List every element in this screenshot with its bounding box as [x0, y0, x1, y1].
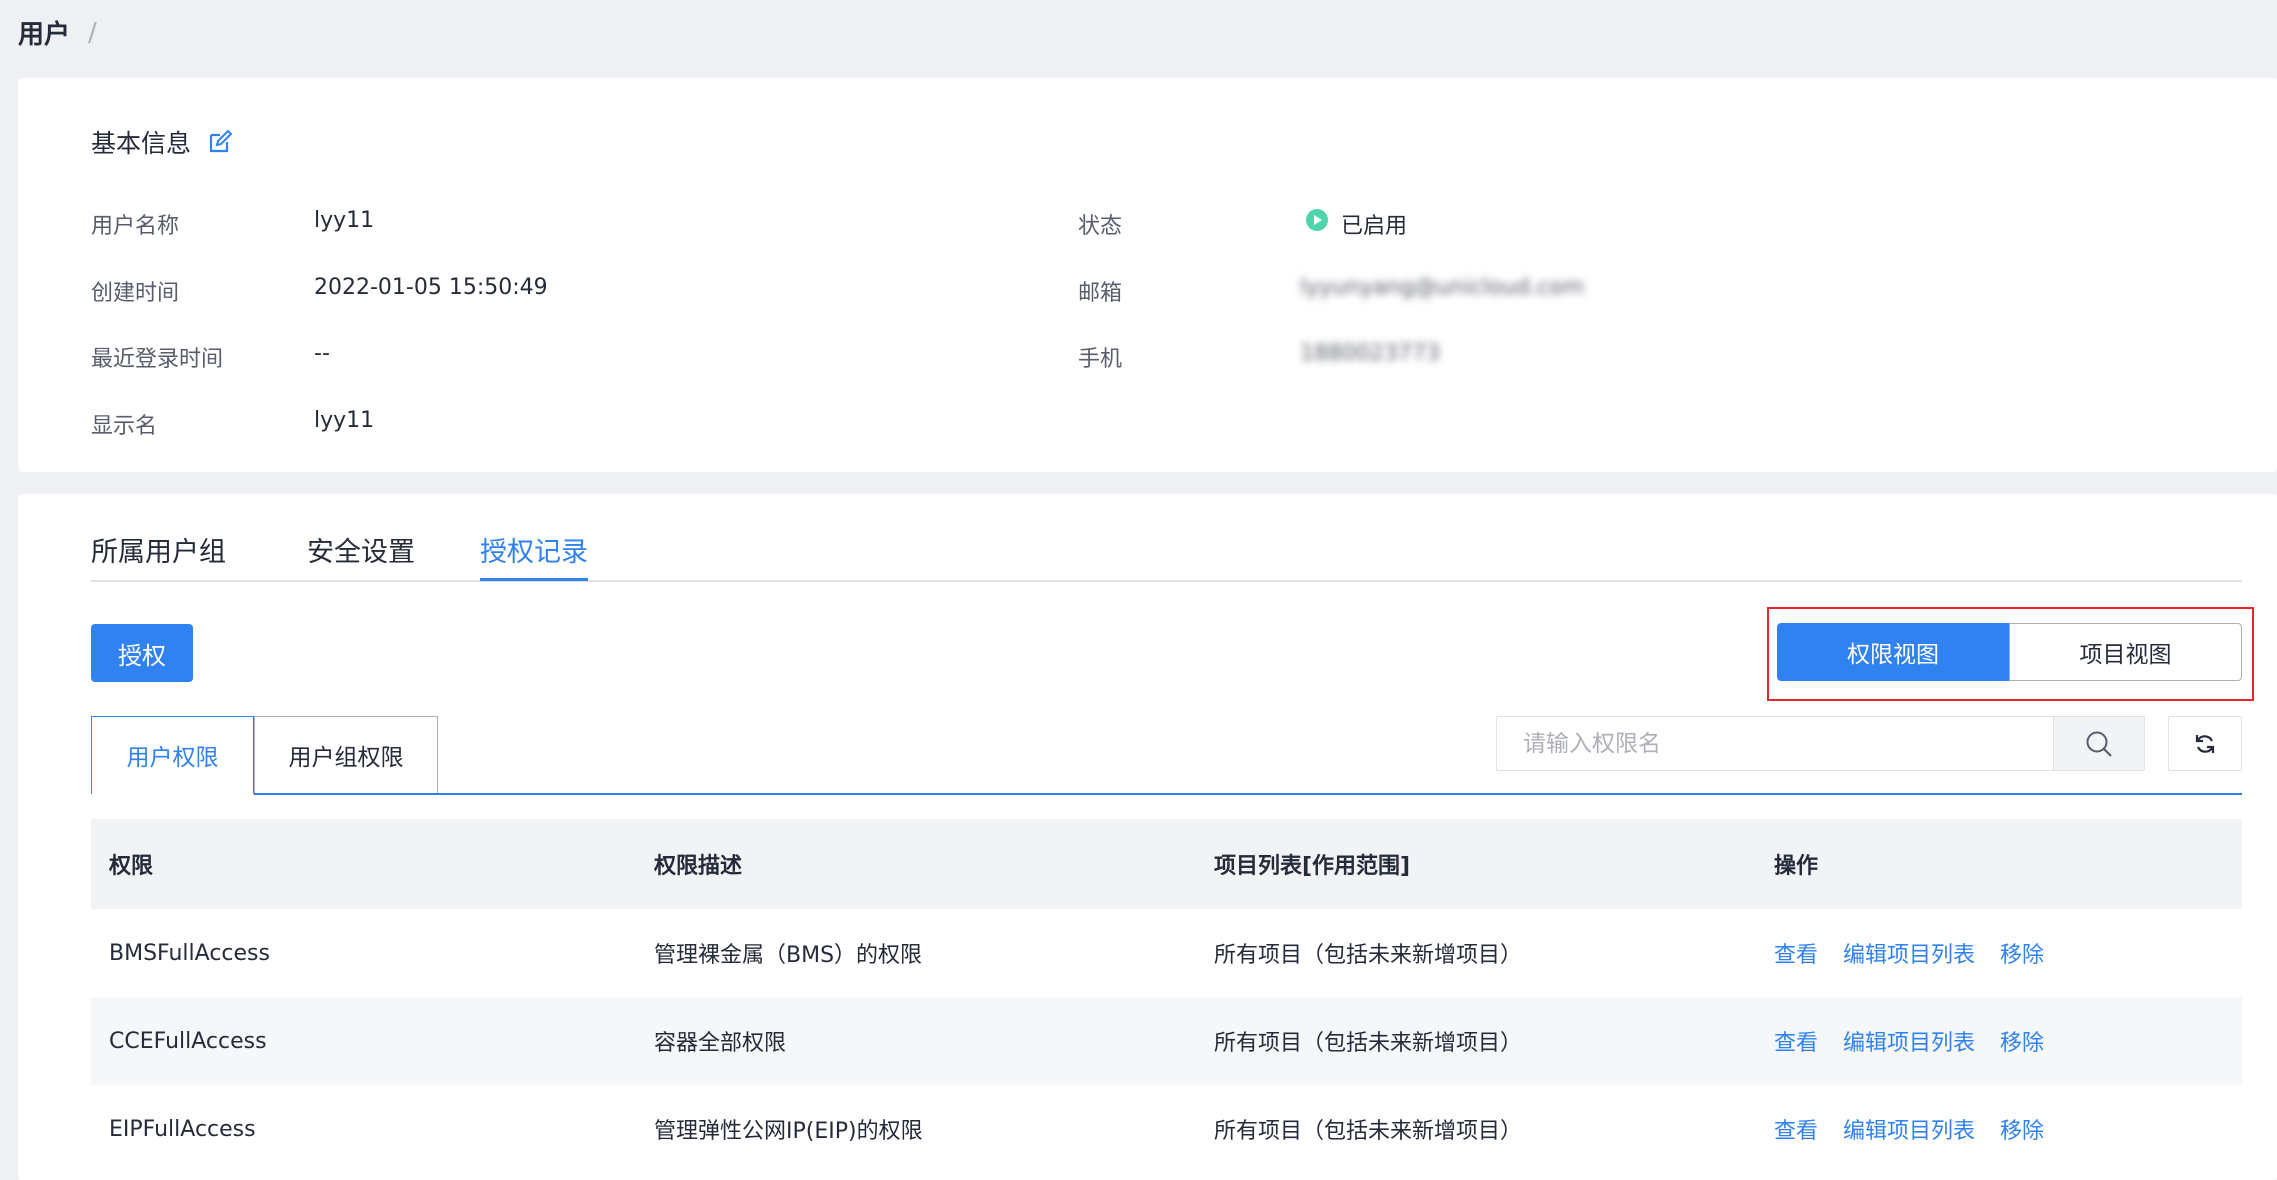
refresh-icon	[2195, 734, 2215, 753]
status-enabled-icon	[1306, 209, 1328, 231]
grant-button[interactable]: 授权	[91, 624, 193, 682]
main-tabs: 所属用户组 安全设置 授权记录	[91, 530, 2242, 582]
edit-project-list-link[interactable]: 编辑项目列表	[1843, 1113, 1975, 1145]
basic-info-card: 基本信息 用户名称 lyy11 创建时间 2022-01-05 15:50:49…	[18, 78, 2277, 472]
remove-link[interactable]: 移除	[2000, 1113, 2044, 1145]
remove-link[interactable]: 移除	[2000, 1025, 2044, 1057]
subtab-group-permission[interactable]: 用户组权限	[254, 716, 438, 793]
permission-name: BMSFullAccess	[109, 940, 270, 966]
permission-view-button[interactable]: 权限视图	[1777, 623, 2009, 681]
permission-name: CCEFullAccess	[109, 1028, 267, 1054]
permissions-table: 权限 权限描述 项目列表[作用范围] 操作 BMSFullAccess 管理裸金…	[91, 819, 2242, 1173]
table-header: 权限 权限描述 项目列表[作用范围] 操作	[91, 819, 2242, 909]
search-icon	[2086, 731, 2112, 757]
edit-icon[interactable]	[207, 129, 233, 155]
header-permission: 权限	[109, 854, 154, 879]
search-box	[1496, 716, 2145, 771]
table-row: CCEFullAccess 容器全部权限 所有项目（包括未来新增项目） 查看 编…	[91, 997, 2242, 1085]
permission-scope: 所有项目（包括未来新增项目）	[1214, 1119, 1523, 1144]
view-link[interactable]: 查看	[1774, 1113, 1818, 1145]
last-login-value: --	[314, 341, 330, 366]
search-button[interactable]	[2053, 717, 2144, 770]
email-value: lyyunyang@unicloud.com	[1300, 275, 1585, 300]
tab-user-groups[interactable]: 所属用户组	[91, 530, 226, 578]
view-link[interactable]: 查看	[1774, 1025, 1818, 1057]
view-link[interactable]: 查看	[1774, 937, 1818, 969]
table-row: EIPFullAccess 管理弹性公网IP(EIP)的权限 所有项目（包括未来…	[91, 1085, 2242, 1173]
status-label: 状态	[1078, 214, 1123, 239]
last-login-label: 最近登录时间	[91, 347, 224, 372]
username-value: lyy11	[314, 208, 375, 233]
row-actions: 查看 编辑项目列表 移除	[1774, 997, 2242, 1085]
permission-description: 管理裸金属（BMS）的权限	[654, 943, 923, 968]
display-name-value: lyy11	[314, 408, 375, 433]
username-label: 用户名称	[91, 214, 180, 239]
basic-info-title: 基本信息	[91, 129, 192, 158]
project-view-button[interactable]: 项目视图	[2009, 623, 2242, 681]
permission-description: 管理弹性公网IP(EIP)的权限	[654, 1119, 923, 1144]
breadcrumb-users[interactable]: 用户	[18, 14, 70, 51]
display-name-label: 显示名	[91, 414, 158, 439]
tab-security-settings[interactable]: 安全设置	[307, 530, 415, 578]
authorization-card: 所属用户组 安全设置 授权记录 授权 权限视图 项目视图 用户权限 用户组权限 …	[18, 494, 2277, 1180]
status-value: 已启用	[1341, 214, 1408, 239]
edit-project-list-link[interactable]: 编辑项目列表	[1843, 937, 1975, 969]
created-value: 2022-01-05 15:50:49	[314, 275, 548, 300]
permission-scope: 所有项目（包括未来新增项目）	[1214, 1031, 1523, 1056]
phone-value: 1880023773	[1300, 341, 1440, 366]
refresh-button[interactable]	[2168, 716, 2242, 771]
basic-info-header: 基本信息	[91, 124, 233, 160]
row-actions: 查看 编辑项目列表 移除	[1774, 909, 2242, 997]
breadcrumb-separator: /	[88, 17, 97, 48]
email-label: 邮箱	[1078, 281, 1123, 306]
tab-authorization-records[interactable]: 授权记录	[480, 530, 588, 581]
row-actions: 查看 编辑项目列表 移除	[1774, 1085, 2242, 1173]
breadcrumb: 用户 /	[18, 14, 97, 51]
remove-link[interactable]: 移除	[2000, 937, 2044, 969]
search-input[interactable]	[1497, 717, 2053, 770]
created-label: 创建时间	[91, 281, 180, 306]
header-description: 权限描述	[654, 854, 743, 879]
permission-name: EIPFullAccess	[109, 1116, 256, 1142]
permission-scope: 所有项目（包括未来新增项目）	[1214, 943, 1523, 968]
table-row: BMSFullAccess 管理裸金属（BMS）的权限 所有项目（包括未来新增项…	[91, 909, 2242, 997]
header-scope: 项目列表[作用范围]	[1214, 854, 1411, 879]
subtab-user-permission[interactable]: 用户权限	[91, 716, 254, 795]
edit-project-list-link[interactable]: 编辑项目列表	[1843, 1025, 1975, 1057]
header-actions: 操作	[1774, 854, 1819, 879]
phone-label: 手机	[1078, 347, 1123, 372]
permission-description: 容器全部权限	[654, 1031, 787, 1056]
